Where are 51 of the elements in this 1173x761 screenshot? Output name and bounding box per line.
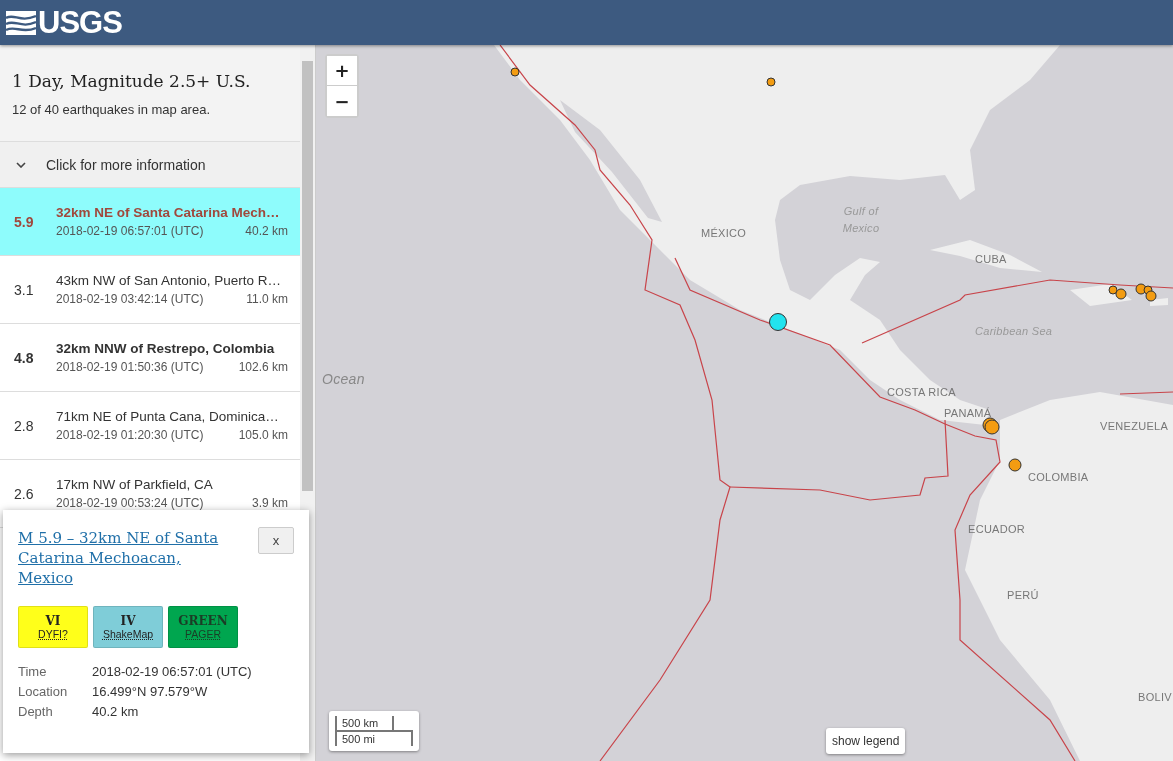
close-button[interactable]: x	[258, 527, 294, 554]
map-label: Gulf of Mexico	[841, 204, 881, 236]
list-count: 12 of 40 earthquakes in map area.	[12, 102, 212, 117]
map-label: Caribbean Sea	[975, 324, 1053, 339]
map-label: MÉXICO	[701, 227, 747, 239]
map-label: PERÚ	[1007, 589, 1039, 601]
map-label: COSTA RICA	[887, 386, 956, 398]
magnitude-text: 2.6	[14, 485, 35, 502]
scale-bar: 500 km 500 mi	[329, 711, 419, 751]
map-label: CUBA	[975, 253, 1007, 265]
impact-badge[interactable]: IV ShakeMap	[93, 606, 163, 648]
place-text: 43km NW of San Antonio, Puerto R…	[56, 273, 283, 288]
detail-value: 16.499°N 97.579°W	[92, 684, 209, 699]
map-label: VENEZUELA	[1100, 420, 1169, 432]
map-label: BOLIV	[1138, 691, 1172, 703]
depth-text: 3.9 km	[252, 496, 288, 510]
detail-value: 40.2 km	[92, 704, 140, 719]
map-label: ECUADOR	[968, 523, 1026, 535]
zoom-in-button[interactable]: +	[327, 56, 357, 86]
magnitude-text: 2.8	[14, 417, 35, 434]
list-title: 1 Day, Magnitude 2.5+ U.S.	[12, 71, 252, 91]
time-text: 2018-02-19 00:53:24 (UTC)	[56, 496, 204, 510]
earthquake-list-item[interactable]: 5.9 32km NE of Santa Catarina Mech… 2018-02-19 06:57:01 (UTC) 40.2 km	[0, 188, 300, 256]
map-label: PANAMÁ	[944, 407, 992, 419]
impact-badge[interactable]: GREEN PAGER	[168, 606, 238, 648]
place-text: 32km NNW of Restrepo, Colombia	[56, 341, 276, 356]
more-info-toggle[interactable]: Click for more information	[0, 142, 300, 188]
time-text: 2018-02-19 01:50:36 (UTC)	[56, 360, 204, 374]
time-text: 2018-02-19 06:57:01 (UTC)	[56, 224, 204, 238]
depth-text: 102.6 km	[238, 360, 288, 374]
detail-label: Depth	[18, 704, 54, 719]
show-legend-button[interactable]: show legend	[826, 728, 906, 754]
time-text: 2018-02-19 01:20:30 (UTC)	[56, 428, 204, 442]
depth-text: 11.0 km	[246, 292, 288, 306]
detail-value: 2018-02-19 06:57:01 (UTC)	[92, 664, 253, 679]
magnitude-text: 4.8	[14, 349, 35, 366]
place-text: 32km NE of Santa Catarina Mech…	[56, 205, 281, 220]
time-text: 2018-02-19 03:42:14 (UTC)	[56, 292, 204, 306]
magnitude-text: 3.1	[14, 281, 35, 298]
map-label: Ocean	[322, 371, 365, 387]
map-label: COLOMBIA	[1028, 471, 1089, 483]
depth-text: 40.2 km	[245, 224, 288, 238]
impact-badge[interactable]: VI DYFI?	[18, 606, 88, 648]
event-title-link[interactable]: M 5.9 – 32km NE of Santa Catarina Mechoacan, Mexico	[18, 528, 233, 588]
place-text: 71km NE of Punta Cana, Dominica…	[56, 409, 280, 424]
detail-label: Location	[18, 684, 69, 699]
depth-text: 105.0 km	[238, 428, 288, 442]
logo-text[interactable]: USGS	[38, 7, 122, 38]
place-text: 17km NW of Parkfield, CA	[56, 477, 214, 492]
detail-label: Time	[18, 664, 48, 679]
magnitude-text: 5.9	[14, 213, 35, 230]
